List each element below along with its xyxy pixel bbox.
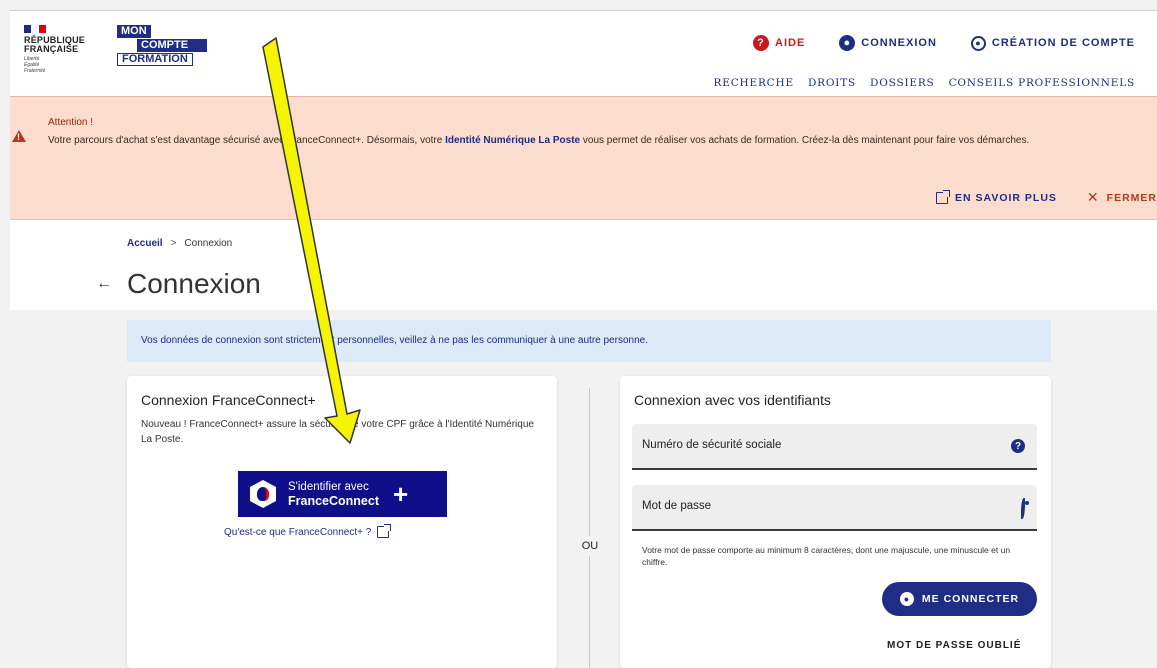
aide-label: AIDE [775, 37, 806, 49]
privacy-info-banner: Vos données de connexion sont strictemen… [127, 320, 1051, 362]
site-header: RÉPUBLIQUE FRANÇAISE Liberté Égalité Fra… [10, 10, 1157, 106]
me-connecter-label: ME CONNECTER [921, 593, 1020, 605]
help-icon: ? [1011, 439, 1025, 453]
franceconnect-button-line1: S'identifier avec [288, 481, 369, 493]
franceconnect-info-label: Qu'est-ce que FranceConnect+ ? [224, 526, 372, 538]
franceconnect-logo-icon [250, 480, 276, 508]
nav-conseils-professionnels[interactable]: CONSEILS PROFESSIONNELS [949, 77, 1135, 89]
me-connecter-button[interactable]: ● ME CONNECTER [882, 582, 1037, 616]
identite-numerique-link[interactable]: Identité Numérique La Poste [445, 135, 580, 146]
nav-recherche[interactable]: RECHERCHE [714, 77, 794, 89]
attention-notice: ! Attention ! Votre parcours d'achat s'e… [10, 96, 1157, 220]
aide-link[interactable]: ? AIDE [753, 35, 805, 51]
brand-line3: FORMATION [117, 53, 193, 66]
external-link-icon [936, 189, 951, 204]
or-label: OU [580, 536, 600, 556]
notice-actions: EN SAVOIR PLUS ✕ FERMER [936, 189, 1157, 206]
ssn-field: ? [632, 424, 1037, 470]
credentials-card: Connexion avec vos identifiants ? Votre … [620, 376, 1051, 668]
notice-text-before: Votre parcours d'achat s'est davantage s… [48, 135, 446, 146]
franceconnect-plus: + [393, 479, 409, 509]
mon-compte-formation-logo[interactable]: MON COMPTE FORMATION [117, 25, 207, 66]
account-circle-icon: ● [970, 35, 986, 51]
breadcrumb-current: Connexion [184, 238, 233, 249]
franceconnect-button[interactable]: S'identifier avec FranceConnect + [238, 471, 447, 517]
franceconnect-info-link[interactable]: Qu'est-ce que FranceConnect+ ? [224, 524, 392, 538]
nav-dossiers[interactable]: DOSSIERS [870, 77, 935, 89]
connexion-label: CONNEXION [861, 37, 937, 49]
credentials-card-title: Connexion avec vos identifiants [634, 392, 831, 408]
franceconnect-button-line2: FranceConnect [288, 494, 379, 508]
en-savoir-plus-link[interactable]: EN SAVOIR PLUS [936, 189, 1057, 206]
ssn-input[interactable] [642, 439, 982, 451]
french-flag-icon [24, 25, 46, 33]
notice-title: Attention ! [48, 117, 94, 128]
notice-text: Votre parcours d'achat s'est davantage s… [48, 132, 1138, 149]
close-icon: ✕ [1086, 189, 1100, 205]
creation-compte-link[interactable]: ● CRÉATION DE COMPTE [970, 35, 1135, 51]
creation-label: CRÉATION DE COMPTE [991, 37, 1135, 49]
eye-icon [1021, 498, 1025, 519]
external-link-icon [377, 524, 392, 538]
franceconnect-button-text: S'identifier avec FranceConnect [288, 480, 379, 508]
header-top-links: ? AIDE ● CONNEXION ● CRÉATION DE COMPTE [753, 35, 1135, 51]
franceconnect-card-title: Connexion FranceConnect+ [141, 392, 316, 408]
breadcrumb-accueil[interactable]: Accueil [127, 238, 163, 249]
fermer-button[interactable]: ✕ FERMER [1087, 189, 1157, 206]
help-icon: ? [753, 35, 770, 51]
breadcrumb: Accueil > Connexion [127, 238, 232, 249]
password-input[interactable] [642, 500, 982, 512]
fermer-label: FERMER [1106, 191, 1157, 204]
password-field [632, 485, 1037, 531]
brand-line2: COMPTE [137, 39, 207, 52]
connexion-link[interactable]: ● CONNEXION [839, 35, 937, 51]
user-icon: ● [839, 35, 856, 51]
back-arrow-icon[interactable]: ← [96, 275, 112, 293]
breadcrumb-separator: > [170, 238, 177, 249]
forgot-password-link[interactable]: MOT DE PASSE OUBLIÉ [887, 640, 1021, 651]
or-divider-line [589, 388, 590, 668]
nav-droits[interactable]: DROITS [808, 77, 856, 89]
show-password-toggle[interactable] [1021, 498, 1025, 519]
franceconnect-card: Connexion FranceConnect+ Nouveau ! Franc… [127, 376, 557, 668]
password-hint: Votre mot de passe comporte au minimum 8… [642, 545, 1011, 567]
warning-icon-mark: ! [17, 132, 20, 142]
page-title: Connexion [127, 268, 261, 299]
ssn-help-button[interactable]: ? [1011, 439, 1025, 453]
notice-text-after: vous permet de réaliser vos achats de fo… [580, 135, 1030, 146]
republique-line2: FRANÇAISE [24, 44, 79, 54]
republique-motto: Liberté Égalité Fraternité [24, 56, 46, 74]
page-title-band: Accueil > Connexion ← Connexion [10, 220, 1157, 310]
republique-francaise-logo[interactable]: RÉPUBLIQUE FRANÇAISE Liberté Égalité Fra… [24, 25, 114, 74]
main-nav: RECHERCHE DROITS DOSSIERS CONSEILS PROFE… [714, 77, 1135, 89]
en-savoir-plus-label: EN SAVOIR PLUS [955, 191, 1057, 204]
user-icon: ● [899, 592, 914, 606]
franceconnect-card-description: Nouveau ! FranceConnect+ assure la sécur… [141, 419, 534, 445]
brand-line1: MON [117, 25, 151, 38]
